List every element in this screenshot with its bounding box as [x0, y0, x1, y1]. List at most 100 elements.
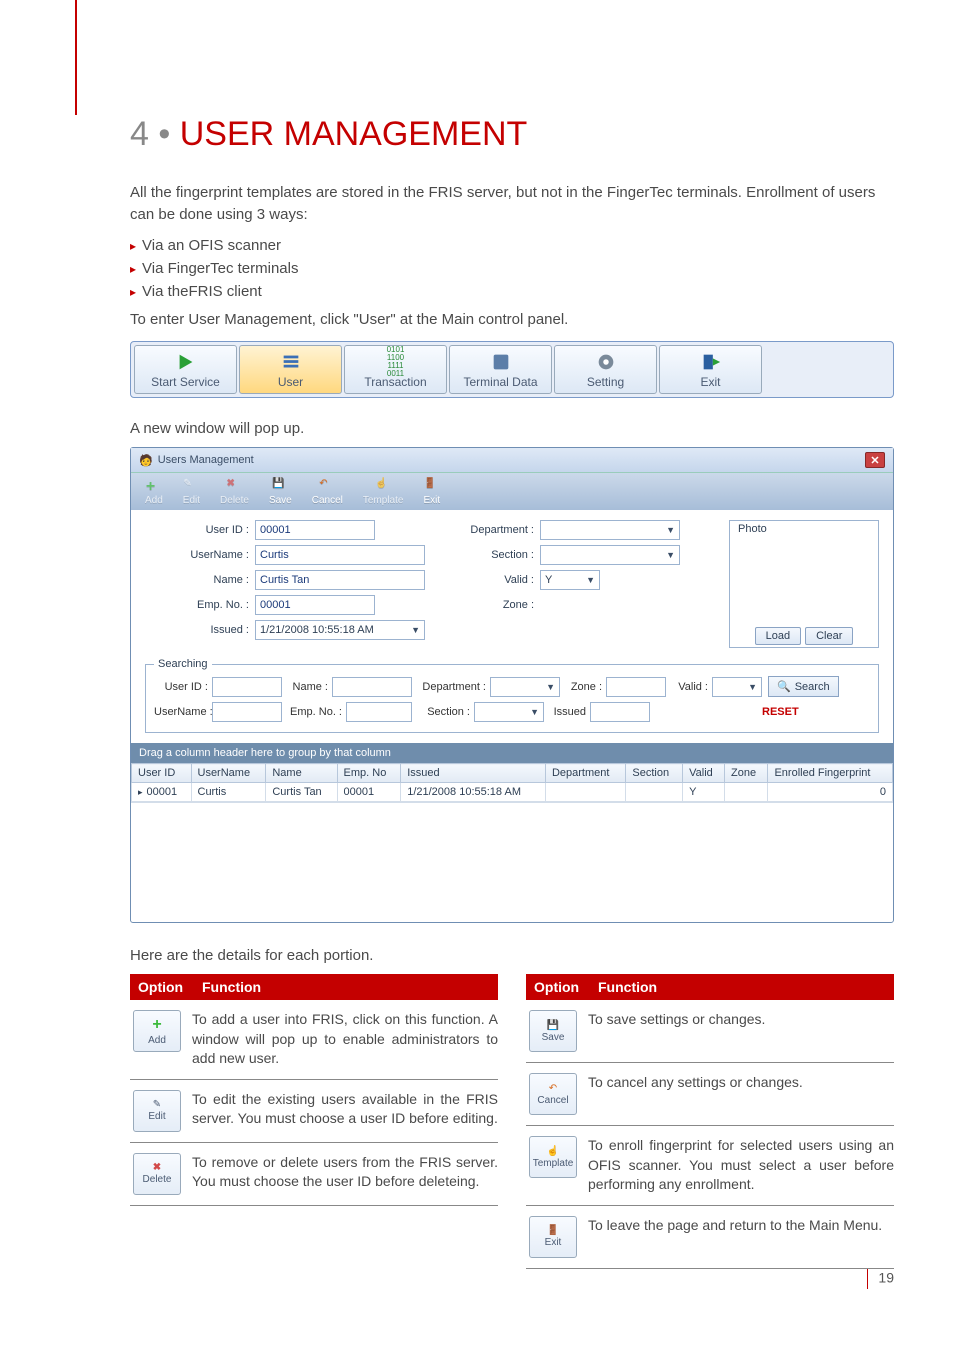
opt-header: Option	[130, 974, 194, 1000]
option-desc: To add a user into FRIS, click on this f…	[192, 1010, 498, 1069]
users-icon	[280, 351, 302, 373]
search-valid-dropdown[interactable]: ▼	[712, 677, 762, 697]
undo-icon: ↶	[319, 478, 335, 494]
exit-option-icon: 🚪Exit	[529, 1216, 577, 1258]
edit-option-icon: ✎Edit	[133, 1090, 181, 1132]
list-item: Via theFRIS client	[142, 283, 262, 300]
search-name[interactable]	[332, 677, 412, 697]
chevron-down-icon: ▼	[546, 682, 555, 692]
userid-field[interactable]	[255, 520, 375, 540]
col-header[interactable]: Name	[266, 764, 337, 783]
chevron-down-icon: ▼	[586, 575, 595, 585]
search-userid[interactable]	[212, 677, 282, 697]
valid-dropdown[interactable]: Y▼	[540, 570, 600, 590]
transaction-button[interactable]: 0101110011110011 Transaction	[344, 345, 447, 394]
opt-header: Function	[590, 974, 665, 1000]
chevron-down-icon: ▼	[666, 550, 675, 560]
search-button[interactable]: 🔍Search	[768, 676, 839, 697]
username-label: UserName :	[145, 549, 255, 561]
fingerprint-icon: ☝	[375, 478, 391, 494]
section-label: Section :	[455, 549, 540, 561]
edit-button[interactable]: ✎Edit	[173, 475, 210, 508]
pencil-icon: ✎	[153, 1099, 161, 1110]
clear-button[interactable]: Clear	[805, 627, 853, 645]
empno-field[interactable]	[255, 595, 375, 615]
col-header[interactable]: Section	[626, 764, 683, 783]
searching-group: Searching User ID : Name : Department :▼…	[145, 658, 879, 733]
dept-dropdown[interactable]: ▼	[540, 520, 680, 540]
template-option-icon: ☝Template	[529, 1136, 577, 1178]
issued-dropdown[interactable]: 1/21/2008 10:55:18 AM▼	[255, 620, 425, 640]
userid-label: User ID :	[145, 524, 255, 536]
win-exit-button[interactable]: 🚪Exit	[413, 475, 450, 508]
reset-link[interactable]: RESET	[762, 706, 799, 718]
col-header[interactable]: Zone	[725, 764, 768, 783]
username-field[interactable]	[255, 545, 425, 565]
empno-label: Emp. No. :	[145, 599, 255, 611]
add-button[interactable]: +Add	[135, 475, 173, 508]
chevron-down-icon: ▼	[411, 625, 420, 635]
load-button[interactable]: Load	[755, 627, 801, 645]
name-field[interactable]	[255, 570, 425, 590]
plus-icon: +	[152, 1016, 161, 1034]
search-issued[interactable]	[590, 702, 650, 722]
photo-box: Photo Load Clear	[729, 520, 879, 648]
setting-button[interactable]: Setting	[554, 345, 657, 394]
delete-button[interactable]: ✖Delete	[210, 475, 259, 508]
door-icon: 🚪	[547, 1225, 559, 1236]
option-desc: To leave the page and return to the Main…	[588, 1216, 894, 1258]
option-desc: To cancel any settings or changes.	[588, 1073, 894, 1115]
play-icon	[175, 351, 197, 373]
x-icon: ✖	[153, 1162, 161, 1173]
search-username[interactable]	[212, 702, 282, 722]
chevron-down-icon: ▼	[748, 682, 757, 692]
opt-header: Function	[194, 974, 269, 1000]
instruction-text: To enter User Management, click "User" a…	[130, 309, 894, 331]
col-header[interactable]: Department	[545, 764, 625, 783]
disk-icon: 💾	[272, 478, 288, 494]
valid-label: Valid :	[455, 574, 540, 586]
col-header[interactable]: UserName	[191, 764, 266, 783]
options-table-right: OptionFunction 💾Save To save settings or…	[526, 974, 894, 1269]
intro-text: All the fingerprint templates are stored…	[130, 182, 894, 226]
terminal-data-button[interactable]: Terminal Data	[449, 345, 552, 394]
user-button[interactable]: User	[239, 345, 342, 394]
search-dept-dropdown[interactable]: ▼	[490, 677, 560, 697]
col-header[interactable]: Enrolled Fingerprint	[768, 764, 893, 783]
save-option-icon: 💾Save	[529, 1010, 577, 1052]
dept-label: Department :	[455, 524, 540, 536]
options-table-left: OptionFunction +Add To add a user into F…	[130, 974, 498, 1269]
col-header[interactable]: Valid	[683, 764, 725, 783]
save-button[interactable]: 💾Save	[259, 475, 302, 508]
table-row[interactable]: 00001 Curtis Curtis Tan 00001 1/21/2008 …	[132, 783, 893, 802]
plus-icon: +	[146, 478, 162, 494]
col-header[interactable]: Issued	[401, 764, 546, 783]
search-section-dropdown[interactable]: ▼	[474, 702, 544, 722]
start-service-button[interactable]: Start Service	[134, 345, 237, 394]
heading-prefix: 4 •	[130, 115, 170, 153]
details-label: Here are the details for each portion.	[130, 947, 894, 964]
users-grid: User ID UserName Name Emp. No Issued Dep…	[131, 763, 893, 802]
search-zone[interactable]	[606, 677, 666, 697]
cancel-option-icon: ↶Cancel	[529, 1073, 577, 1115]
close-icon[interactable]: ✕	[865, 452, 885, 468]
door-icon: 🚪	[424, 478, 440, 494]
col-header[interactable]: User ID	[132, 764, 192, 783]
template-button[interactable]: ☝Template	[353, 475, 414, 508]
window-icon: 🧑	[139, 454, 153, 467]
section-dropdown[interactable]: ▼	[540, 545, 680, 565]
option-desc: To remove or delete users from the FRIS …	[192, 1153, 498, 1195]
col-header[interactable]: Emp. No	[337, 764, 401, 783]
search-empno[interactable]	[346, 702, 412, 722]
chevron-down-icon: ▼	[666, 525, 675, 535]
group-by-bar[interactable]: Drag a column header here to group by th…	[131, 743, 893, 763]
gear-icon	[595, 351, 617, 373]
page-number: 19	[867, 1269, 894, 1289]
cancel-button[interactable]: ↶Cancel	[302, 475, 353, 508]
pencil-icon: ✎	[183, 478, 199, 494]
option-desc: To save settings or changes.	[588, 1010, 894, 1052]
exit-button[interactable]: Exit	[659, 345, 762, 394]
option-desc: To edit the existing users available in …	[192, 1090, 498, 1132]
chevron-down-icon: ▼	[530, 707, 539, 717]
exit-icon	[700, 351, 722, 373]
